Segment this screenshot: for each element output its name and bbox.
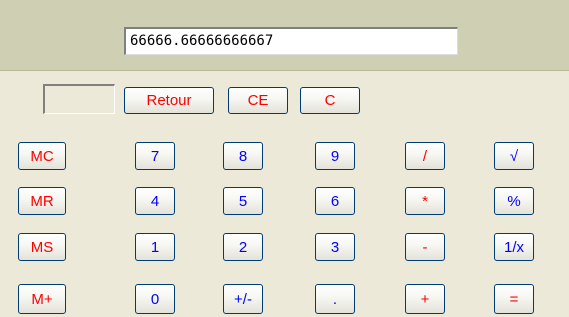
digit-8-button[interactable]: 8	[223, 142, 263, 170]
percent-button[interactable]: %	[494, 187, 534, 215]
sign-toggle-button[interactable]: +/-	[223, 284, 263, 314]
clear-entry-button[interactable]: CE	[228, 87, 288, 114]
memory-store-button[interactable]: MS	[18, 233, 66, 261]
digit-4-button[interactable]: 4	[135, 187, 175, 215]
memory-indicator	[43, 84, 115, 114]
multiply-button[interactable]: *	[405, 187, 445, 215]
memory-clear-button[interactable]: MC	[18, 142, 66, 170]
result-display: 66666.66666666667	[124, 27, 458, 55]
add-button[interactable]: +	[405, 284, 445, 314]
digit-0-button[interactable]: 0	[135, 284, 175, 314]
digit-3-button[interactable]: 3	[315, 233, 355, 261]
digit-5-button[interactable]: 5	[223, 187, 263, 215]
digit-2-button[interactable]: 2	[223, 233, 263, 261]
reciprocal-button[interactable]: 1/x	[494, 233, 534, 261]
clear-button[interactable]: C	[300, 87, 360, 114]
decimal-point-button[interactable]: .	[315, 284, 355, 314]
memory-recall-button[interactable]: MR	[18, 187, 66, 215]
backspace-button[interactable]: Retour	[124, 87, 214, 114]
divide-button[interactable]: /	[405, 142, 445, 170]
memory-add-button[interactable]: M+	[18, 284, 66, 314]
digit-7-button[interactable]: 7	[135, 142, 175, 170]
digit-9-button[interactable]: 9	[315, 142, 355, 170]
subtract-button[interactable]: -	[405, 233, 445, 261]
digit-1-button[interactable]: 1	[135, 233, 175, 261]
digit-6-button[interactable]: 6	[315, 187, 355, 215]
equals-button[interactable]: =	[494, 284, 534, 314]
sqrt-button[interactable]: √	[494, 142, 534, 170]
